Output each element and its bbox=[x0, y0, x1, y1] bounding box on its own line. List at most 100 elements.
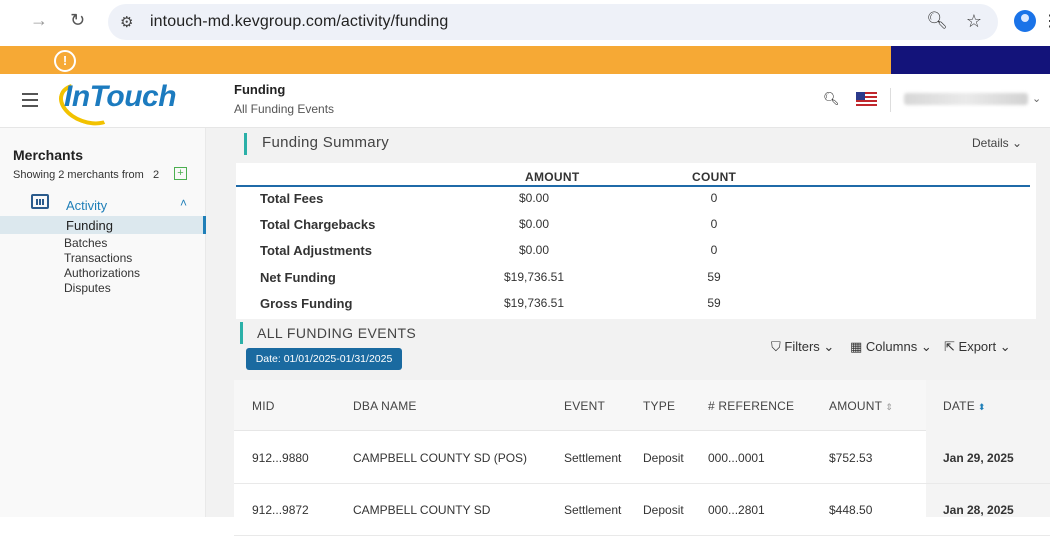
main-content: Funding Summary Details ⌄ AMOUNT COUNT T… bbox=[206, 128, 1050, 536]
funding-summary-title: Funding Summary bbox=[262, 134, 390, 151]
page-title: Funding bbox=[234, 82, 286, 97]
cell-date: Jan 29, 2025 bbox=[943, 451, 1014, 465]
cell-mid: 912...9872 bbox=[252, 503, 309, 517]
summary-count: 0 bbox=[710, 191, 718, 205]
all-funding-events-title: ALL FUNDING EVENTS bbox=[257, 325, 417, 341]
cell-reference: 000...2801 bbox=[708, 503, 765, 517]
chevron-up-icon[interactable]: ˄ bbox=[180, 196, 187, 210]
browser-toolbar: → ↻ ⚙ intouch-md.kevgroup.com/activity/f… bbox=[0, 0, 1050, 46]
table-row[interactable]: 912...9880 CAMPBELL COUNTY SD (POS) Sett… bbox=[234, 432, 1050, 484]
date-filter-chip[interactable]: Date: 01/01/2025-01/31/2025 bbox=[246, 348, 402, 370]
sort-icon: ⇕ bbox=[885, 402, 893, 412]
summary-header-rule bbox=[236, 185, 1030, 187]
summary-count: 59 bbox=[707, 270, 721, 284]
menu-toggle-icon[interactable] bbox=[22, 93, 38, 107]
cell-type: Deposit bbox=[643, 503, 684, 517]
cell-amount: $752.53 bbox=[829, 451, 873, 465]
summary-label: Gross Funding bbox=[260, 296, 353, 311]
column-header-amount[interactable]: AMOUNT ⇕ bbox=[829, 399, 893, 413]
app-header: InTouch Funding All Funding Events 🔍︎ ⌄ bbox=[0, 74, 1050, 134]
column-header-type[interactable]: TYPE bbox=[643, 399, 675, 413]
profile-avatar-icon[interactable] bbox=[1014, 10, 1036, 32]
merchant-count: 2 bbox=[153, 169, 160, 181]
cell-mid: 912...9880 bbox=[252, 451, 309, 465]
column-header-dba-name[interactable]: DBA NAME bbox=[353, 399, 417, 413]
column-header-reference[interactable]: # REFERENCE bbox=[708, 399, 794, 413]
funding-events-table: MID DBA NAME EVENT TYPE # REFERENCE AMOU… bbox=[234, 380, 1050, 536]
cell-reference: 000...0001 bbox=[708, 451, 765, 465]
header-divider bbox=[890, 88, 891, 112]
sidebar-title: Merchants bbox=[13, 147, 84, 163]
cell-event: Settlement bbox=[564, 451, 622, 465]
chevron-down-icon: ⌄ bbox=[1012, 136, 1023, 150]
column-header-mid[interactable]: MID bbox=[252, 399, 275, 413]
filters-button[interactable]: ⛉ Filters ⌄ bbox=[771, 339, 834, 355]
summary-count: 0 bbox=[710, 243, 718, 257]
summary-amount: $0.00 bbox=[518, 217, 550, 231]
reload-icon[interactable]: ↻ bbox=[70, 10, 85, 31]
cell-amount: $448.50 bbox=[829, 503, 873, 517]
column-header-event[interactable]: EVENT bbox=[564, 399, 605, 413]
logo-text: InTouch bbox=[64, 80, 177, 113]
zoom-icon[interactable]: 🔍︎ bbox=[926, 11, 948, 31]
summary-label: Total Adjustments bbox=[260, 243, 372, 258]
table-row[interactable]: 912...9872 CAMPBELL COUNTY SD Settlement… bbox=[234, 484, 1050, 536]
chevron-down-icon: ⌄ bbox=[920, 339, 932, 354]
page-subtitle: All Funding Events bbox=[234, 102, 335, 116]
sidebar-item-funding[interactable]: Funding bbox=[0, 216, 206, 234]
sidebar-item-label: Funding bbox=[66, 218, 113, 233]
sidebar-item-authorizations[interactable]: Authorizations bbox=[64, 266, 140, 280]
chevron-down-icon: ⌄ bbox=[999, 339, 1011, 354]
url-text[interactable]: intouch-md.kevgroup.com/activity/funding bbox=[150, 13, 448, 31]
section-accent-bar bbox=[244, 133, 247, 155]
user-name-blurred[interactable] bbox=[904, 93, 1028, 105]
amount-header-label: AMOUNT bbox=[829, 399, 883, 413]
sidebar: Merchants Showing 2 merchants from 2 + A… bbox=[0, 128, 206, 517]
activity-chart-icon[interactable] bbox=[31, 194, 49, 209]
address-bar[interactable]: ⚙ intouch-md.kevgroup.com/activity/fundi… bbox=[108, 4, 998, 40]
summary-header-count: COUNT bbox=[692, 170, 737, 184]
warning-icon[interactable]: ! bbox=[54, 50, 76, 72]
columns-label: Columns bbox=[865, 339, 918, 354]
summary-amount: $0.00 bbox=[518, 191, 550, 205]
section-accent-bar bbox=[240, 322, 243, 344]
sidebar-item-batches[interactable]: Batches bbox=[64, 236, 107, 250]
summary-label: Total Chargebacks bbox=[260, 217, 376, 232]
columns-button[interactable]: ▦ Columns ⌄ bbox=[850, 339, 932, 355]
filter-icon: ⛉ bbox=[771, 339, 781, 354]
search-icon[interactable]: 🔍︎ bbox=[823, 91, 840, 107]
export-icon: ⇱ bbox=[944, 339, 955, 354]
sidebar-item-activity[interactable]: Activity bbox=[66, 198, 107, 213]
cell-date: Jan 28, 2025 bbox=[943, 503, 1014, 517]
sort-desc-icon: ⬍ bbox=[977, 402, 986, 412]
bookmark-star-icon[interactable]: ☆ bbox=[966, 11, 982, 32]
date-header-label: DATE bbox=[943, 399, 975, 413]
cell-event: Settlement bbox=[564, 503, 622, 517]
export-label: Export bbox=[958, 339, 997, 354]
alert-banner bbox=[0, 46, 891, 74]
filters-label: Filters bbox=[784, 339, 820, 354]
column-header-date[interactable]: DATE ⬍ bbox=[943, 399, 986, 413]
summary-amount: $19,736.51 bbox=[503, 296, 565, 310]
us-flag-icon[interactable] bbox=[856, 92, 877, 106]
cell-dba-name: CAMPBELL COUNTY SD bbox=[353, 503, 491, 517]
details-label: Details bbox=[972, 136, 1009, 150]
funding-summary-table: AMOUNT COUNT Total Fees $0.00 0 Total Ch… bbox=[236, 163, 1036, 319]
sidebar-item-transactions[interactable]: Transactions bbox=[64, 251, 132, 265]
cell-dba-name: CAMPBELL COUNTY SD (POS) bbox=[353, 451, 528, 465]
intouch-logo[interactable]: InTouch bbox=[52, 74, 188, 134]
banner-right-block bbox=[891, 46, 1050, 74]
sidebar-item-disputes[interactable]: Disputes bbox=[64, 281, 111, 295]
expand-merchants-icon[interactable]: + bbox=[174, 167, 187, 180]
chevron-down-icon[interactable]: ⌄ bbox=[1032, 92, 1041, 105]
summary-amount: $19,736.51 bbox=[503, 270, 565, 284]
summary-count: 59 bbox=[707, 296, 721, 310]
chevron-down-icon: ⌄ bbox=[823, 339, 835, 354]
back-arrow-icon[interactable]: → bbox=[30, 10, 48, 31]
site-settings-icon[interactable]: ⚙ bbox=[120, 13, 133, 31]
export-button[interactable]: ⇱ Export ⌄ bbox=[944, 339, 1011, 355]
summary-count: 0 bbox=[710, 217, 718, 231]
browser-menu-icon[interactable]: ⋮ bbox=[1042, 11, 1050, 31]
summary-label: Total Fees bbox=[260, 191, 324, 206]
details-toggle[interactable]: Details ⌄ bbox=[972, 136, 1022, 150]
